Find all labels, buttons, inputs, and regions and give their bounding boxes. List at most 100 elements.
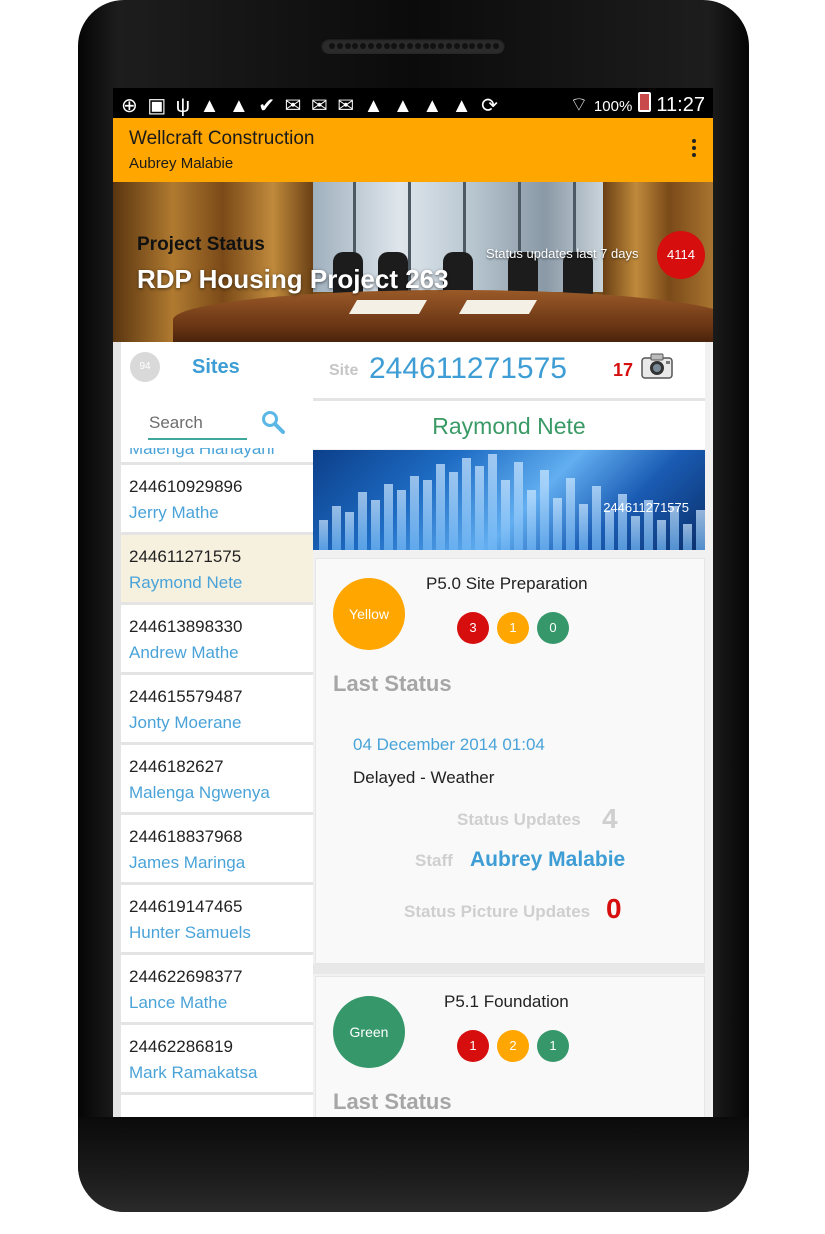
decorative-bar <box>527 490 536 550</box>
dot-icon <box>692 139 696 143</box>
decorative-bar <box>657 520 666 550</box>
decorative-bar <box>631 516 640 550</box>
status-text: Delayed - Weather <box>353 768 495 787</box>
list-item[interactable]: 244611271575 Raymond Nete <box>121 535 313 605</box>
warning-icon: ▲ <box>199 95 222 117</box>
decorative-bar <box>462 458 471 550</box>
paper-image <box>348 300 428 314</box>
search-input[interactable] <box>148 408 247 440</box>
dot-icon <box>692 146 696 150</box>
project-status-label: Project Status <box>137 234 265 255</box>
site-id: 244610929896 <box>129 477 243 496</box>
decorative-bar <box>423 480 432 550</box>
phase-title: P5.0 Site Preparation <box>426 574 588 593</box>
dot-icon <box>692 153 696 157</box>
site-name: Malenga Hlanayani <box>129 448 275 458</box>
sync-icon: ⟳ <box>481 95 500 117</box>
sites-title: Sites <box>192 356 240 378</box>
list-item[interactable]: 244622698377 Lance Mathe <box>121 955 313 1025</box>
site-header: Site 244611271575 17 <box>313 342 705 401</box>
panel-border <box>113 342 121 1117</box>
check-icon: ✔ <box>258 95 278 117</box>
list-item[interactable]: 244613898330 Andrew Mathe <box>121 605 313 675</box>
decorative-bar <box>384 484 393 550</box>
picture-updates-value: 0 <box>606 893 622 924</box>
list-item[interactable]: 244615579487 Jonty Moerane <box>121 675 313 745</box>
phase-card: Green P5.1 Foundation 1 2 1 Last Status <box>315 976 705 1117</box>
last-status-heading: Last Status <box>333 1089 452 1114</box>
site-id: 244613898330 <box>129 617 243 636</box>
status-date: 04 December 2014 01:04 <box>353 735 545 754</box>
status-right: ⌔ 100% 11:27 <box>570 92 705 117</box>
speaker-grille <box>321 38 505 54</box>
decorative-bar <box>540 470 549 550</box>
app-screen: ⊕ ▣ ψ ▲ ▲ ✔ ✉ ✉ ✉ ▲ ▲ ▲ ▲ ⟳ ⌔ 100% 11:27… <box>113 88 713 1117</box>
decorative-bar <box>514 462 523 550</box>
status-circle: Yellow <box>333 578 405 650</box>
site-name: Mark Ramakatsa <box>129 1063 258 1082</box>
phase-title: P5.1 Foundation <box>444 992 569 1011</box>
status-updates-value: 4 <box>602 803 618 834</box>
site-name: Jerry Mathe <box>129 503 219 522</box>
picture-updates-label: Status Picture Updates <box>404 902 591 921</box>
conference-table-image <box>173 290 713 342</box>
status-circle: Green <box>333 996 405 1068</box>
decorative-bar <box>410 476 419 550</box>
site-id: 24462286819 <box>129 1037 234 1056</box>
list-item[interactable]: 24462286819 Mark Ramakatsa <box>121 1025 313 1095</box>
decorative-bar <box>553 498 562 550</box>
site-id: 244622698377 <box>129 967 243 986</box>
count-green: 1 <box>537 1030 569 1062</box>
list-item[interactable]: 244610929896 Jerry Mathe <box>121 465 313 535</box>
decorative-bar <box>332 506 341 550</box>
staff-name[interactable]: Aubrey Malabie <box>470 848 625 872</box>
mail-icon: ✉ <box>311 95 330 117</box>
battery-percent: 100% <box>593 98 633 115</box>
site-number: 244611271575 <box>369 352 567 385</box>
wifi-icon: ⌔ <box>569 94 589 116</box>
usb-icon: ψ <box>175 95 193 117</box>
paper-image <box>458 300 538 314</box>
site-id: 244611271575 <box>129 547 242 566</box>
warning-icon: ▲ <box>363 95 386 117</box>
overflow-menu-button[interactable] <box>689 139 699 161</box>
site-detail-panel: Site 244611271575 17 Raymond Nete 244611… <box>313 342 705 1117</box>
decorative-bar <box>696 510 705 550</box>
list-item[interactable]: 244619147465 Hunter Samuels <box>121 885 313 955</box>
site-id: 244618837968 <box>129 827 243 846</box>
count-red: 3 <box>457 612 489 644</box>
project-banner: Project Status RDP Housing Project 263 S… <box>113 182 713 342</box>
decorative-bar <box>683 524 692 550</box>
site-label: Site <box>329 362 359 379</box>
last-status-heading: Last Status <box>333 671 452 696</box>
list-item-partial[interactable]: Malenga Hlanayani <box>121 448 313 465</box>
search-icon[interactable] <box>261 410 285 434</box>
site-id: 244619147465 <box>129 897 243 916</box>
count-red: 1 <box>457 1030 489 1062</box>
warning-icon: ▲ <box>422 95 445 117</box>
decorative-bar <box>579 504 588 550</box>
site-name: Hunter Samuels <box>129 923 251 942</box>
list-item[interactable]: 2446182627 Malenga Ngwenya <box>121 745 313 815</box>
decorative-bar <box>566 478 575 550</box>
image-caption: 244611271575 <box>603 500 689 515</box>
site-name: Lance Mathe <box>129 993 228 1012</box>
plus-icon: ⊕ <box>121 95 140 117</box>
picture-count: 17 <box>613 360 634 380</box>
site-id: 244615579487 <box>129 687 243 706</box>
project-name: RDP Housing Project 263 <box>137 264 449 294</box>
decorative-bar <box>345 512 354 550</box>
camera-icon[interactable] <box>640 352 674 380</box>
decorative-bar <box>371 500 380 550</box>
site-id: 2446182627 <box>129 757 224 776</box>
decorative-bar <box>488 454 497 550</box>
list-item[interactable]: 244618837968 James Maringa <box>121 815 313 885</box>
warning-icon: ▲ <box>451 95 474 117</box>
decorative-bar <box>319 520 328 550</box>
count-amber: 2 <box>497 1030 529 1062</box>
card-divider <box>313 964 705 974</box>
decorative-bar <box>436 464 445 550</box>
status-updates-label: Status Updates <box>457 810 581 829</box>
status-updates-badge[interactable]: 4114 <box>657 231 705 279</box>
user-name: Aubrey Malabie <box>129 155 234 172</box>
